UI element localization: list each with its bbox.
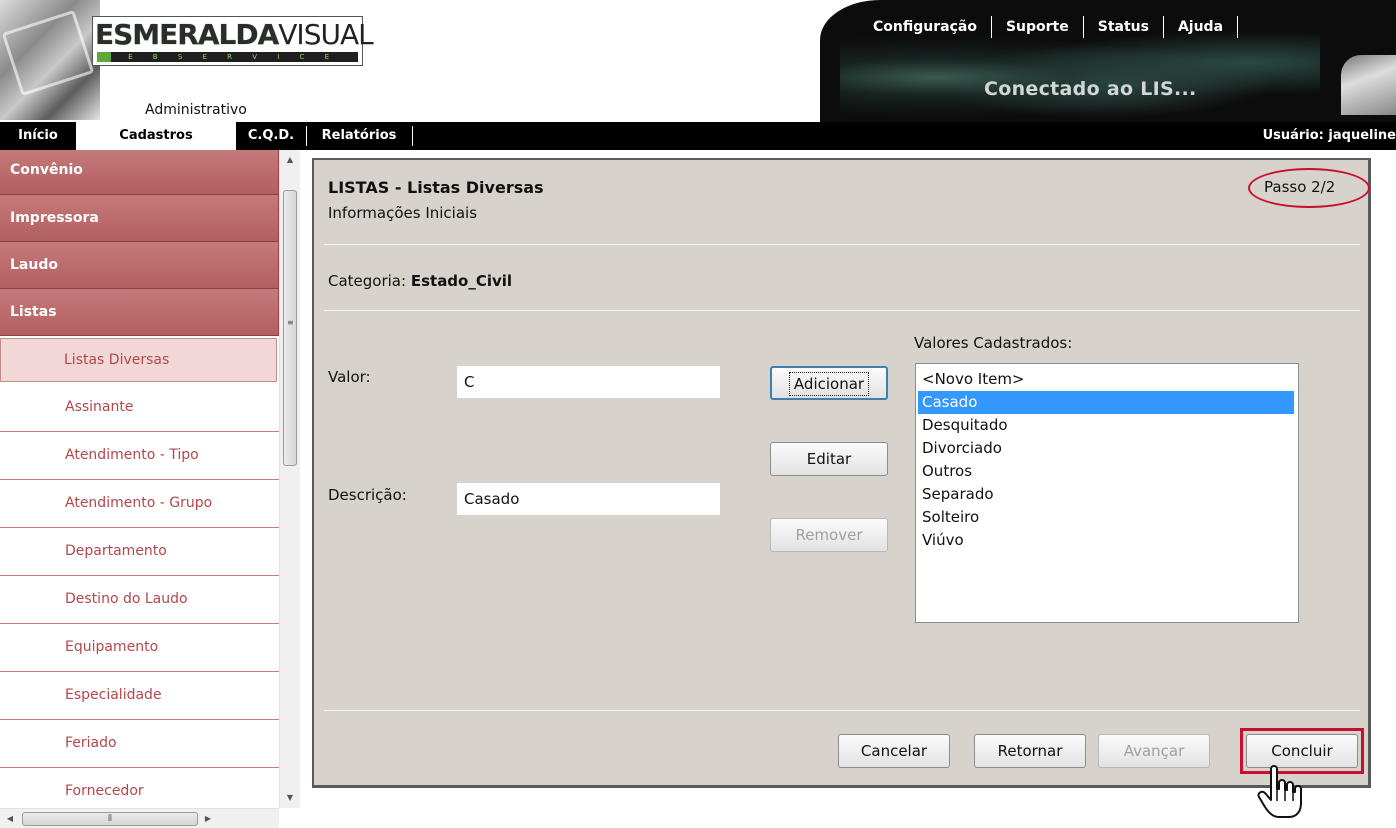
valor-input[interactable] [457,366,720,398]
descricao-input[interactable] [457,483,720,515]
top-navigation: Configuração Suporte Status Ajuda [860,14,1239,40]
values-list-label: Valores Cadastrados: [914,334,1073,352]
back-button[interactable]: Retornar [974,734,1086,768]
user-label: Usuário: jaqueline [1262,128,1396,143]
sidebar-subitem-destino-do-laudo[interactable]: Destino do Laudo [0,576,279,624]
category-field: Categoria: Estado_Civil [328,272,512,290]
sidebar-subitem-feriado[interactable]: Feriado [0,720,279,768]
scroll-down-arrow-icon[interactable]: ▼ [280,788,300,808]
sidebar-menu: Convênio Impressora Laudo Listas Listas … [0,150,279,808]
scroll-up-arrow-icon[interactable]: ▲ [280,150,300,170]
logo[interactable]: ESMERALDAVISUAL W E B S E R V I C E [92,16,374,66]
edit-button[interactable]: Editar [770,442,888,476]
sidebar-item-listas[interactable]: Listas [0,289,279,336]
scrollbar-thumb[interactable]: ⦀ [22,812,198,826]
values-listbox[interactable]: <Novo Item> Casado Desquitado Divorciado… [915,363,1299,623]
menu-inicio[interactable]: Início [0,122,76,150]
sidebar-subitem-atendimento-grupo[interactable]: Atendimento - Grupo [0,480,279,528]
sidebar-horizontal-scrollbar[interactable]: ◀ ⦀ ▶ [0,808,279,828]
sidebar-item-laudo[interactable]: Laudo [0,242,279,289]
list-item[interactable]: Viúvo [918,529,1296,552]
valor-label: Valor: [328,368,371,386]
top-link-configuracao[interactable]: Configuração [860,16,992,38]
app-header: ESMERALDAVISUAL W E B S E R V I C E Admi… [0,0,1396,122]
sidebar-subitem-especialidade[interactable]: Especialidade [0,672,279,720]
descricao-label: Descrição: [328,486,407,504]
list-item[interactable]: Desquitado [918,414,1296,437]
connection-status: Conectado ao LIS... [984,78,1197,100]
main-menu-bar: Início Cadastros C.Q.D. Relatórios Usuár… [0,122,1396,150]
remove-button[interactable]: Remover [770,518,888,552]
sidebar-subitem-listas-diversas[interactable]: Listas Diversas [0,338,277,382]
hand-pointer-icon [1257,765,1302,818]
menu-separator [412,126,413,146]
list-item-selected[interactable]: Casado [918,391,1294,414]
sidebar-subitem-fornecedor[interactable]: Fornecedor [0,768,279,808]
sidebar-item-impressora[interactable]: Impressora [0,195,279,242]
next-button[interactable]: Avançar [1098,734,1210,768]
list-item[interactable]: Separado [918,483,1296,506]
sidebar-subitem-assinante[interactable]: Assinante [0,384,279,432]
dialog-title: LISTAS - Listas Diversas [328,178,544,197]
add-button[interactable]: Adicionar [770,366,888,400]
list-item[interactable]: Outros [918,460,1296,483]
area-label: Administrativo [145,102,247,118]
cancel-button[interactable]: Cancelar [838,734,950,768]
top-link-status[interactable]: Status [1084,16,1164,38]
sidebar-subitem-departamento[interactable]: Departamento [0,528,279,576]
grip-icon: ≡ [287,318,294,327]
sidebar-vertical-scrollbar[interactable]: ▲ ≡ ▼ [279,150,300,808]
list-item[interactable]: <Novo Item> [918,368,1296,391]
menu-cadastros[interactable]: Cadastros [76,122,236,150]
divider [324,310,1360,311]
sidebar-item-convenio[interactable]: Convênio [0,150,279,195]
top-link-suporte[interactable]: Suporte [992,16,1084,38]
divider [324,710,1360,711]
list-item[interactable]: Divorciado [918,437,1296,460]
menu-relatorios[interactable]: Relatórios [307,122,411,150]
app-window: ESMERALDAVISUAL W E B S E R V I C E Admi… [0,0,1396,828]
divider [324,244,1360,245]
dialog-subtitle: Informações Iniciais [328,204,478,222]
step-highlight-ring [1248,168,1370,208]
logo-text: ESMERALDAVISUAL [95,18,374,51]
listas-dialog: LISTAS - Listas Diversas Informações Ini… [312,158,1371,788]
sidebar-subitem-atendimento-tipo[interactable]: Atendimento - Tipo [0,432,279,480]
scrollbar-thumb[interactable]: ≡ [283,190,297,466]
header-photo [0,0,100,120]
logo-strip: W E B S E R V I C E [97,52,358,62]
sidebar: Convênio Impressora Laudo Listas Listas … [0,150,300,828]
add-button-label: Adicionar [788,372,870,396]
category-value: Estado_Civil [410,272,513,290]
sidebar-subitem-equipamento[interactable]: Equipamento [0,624,279,672]
scroll-right-arrow-icon[interactable]: ▶ [198,809,218,828]
list-item[interactable]: Solteiro [918,506,1296,529]
menu-cqd[interactable]: C.Q.D. [236,122,306,150]
scroll-left-arrow-icon[interactable]: ◀ [0,809,20,828]
category-label: Categoria: [328,272,407,290]
top-link-ajuda[interactable]: Ajuda [1164,16,1239,38]
